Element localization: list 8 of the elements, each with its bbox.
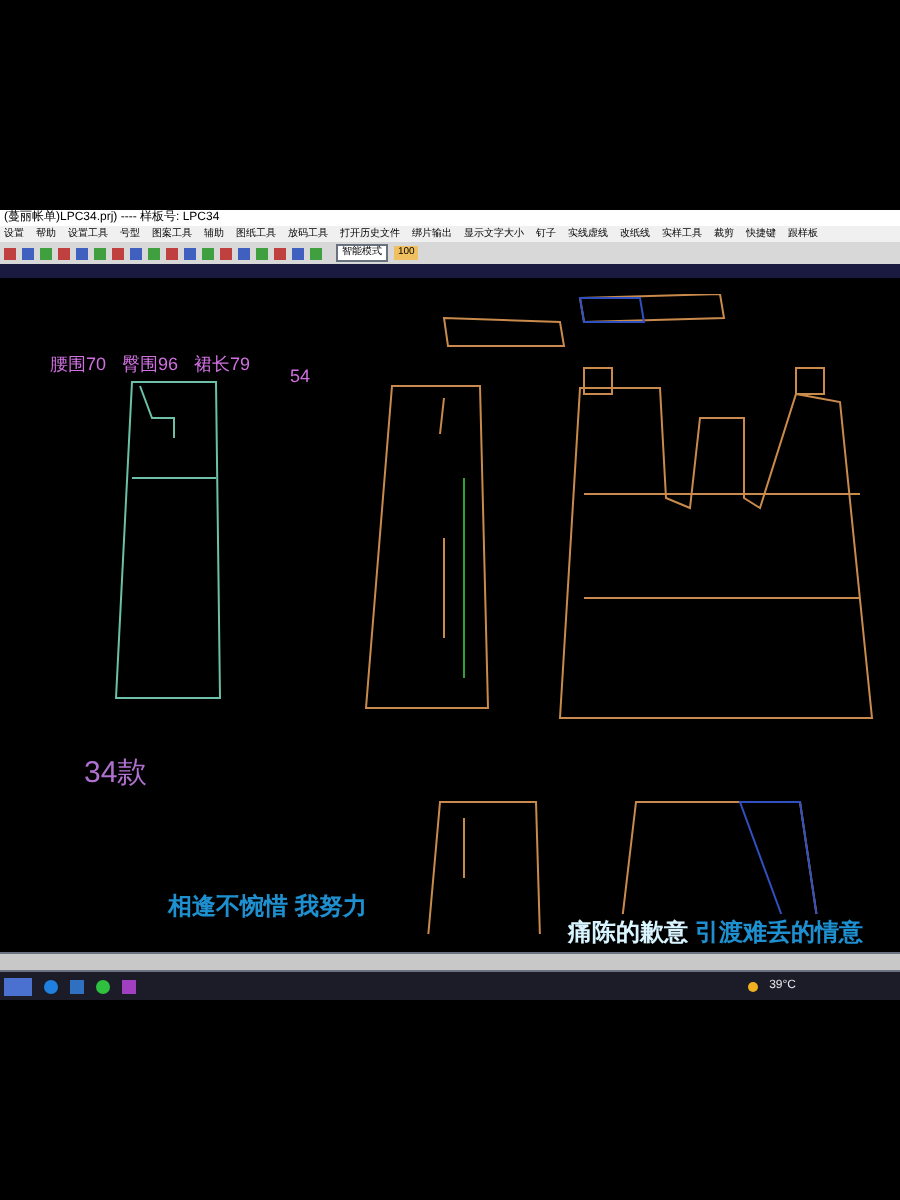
measurement-label: 臀围96 [122,352,179,378]
measurement-label: 54 [290,364,311,390]
subtitle: 痛陈的歉意 引渡难丢的情意 [564,914,867,950]
subtitle: 相逢不惋惜 我努力 [168,890,367,924]
measurement-label: 腰围70 [50,352,107,378]
start-icon[interactable] [4,977,32,995]
style-label: 34款 [84,754,148,794]
measurement-label: 裙长79 [194,352,251,378]
